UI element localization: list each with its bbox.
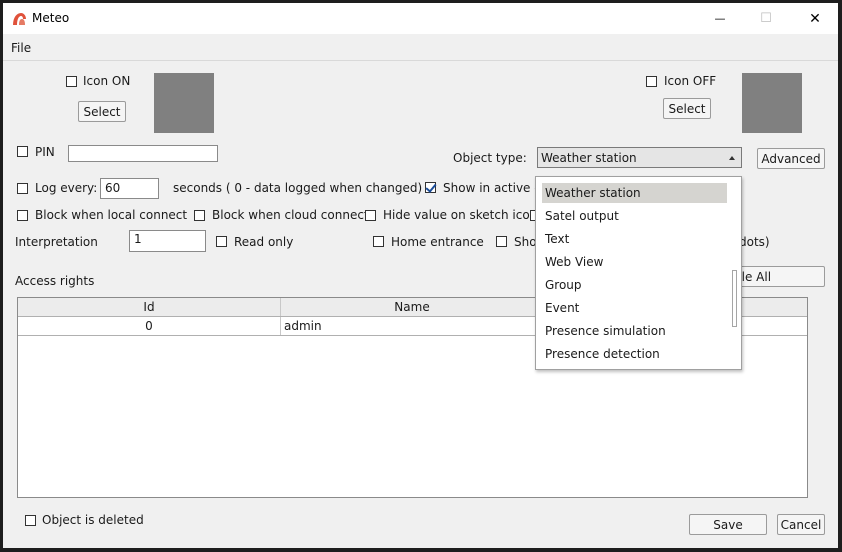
block-local-checkbox[interactable] [17, 210, 28, 221]
log-interval-input[interactable]: 60 [100, 178, 159, 199]
read-only-label: Read only [234, 235, 294, 249]
column-header-id[interactable]: Id [18, 298, 281, 316]
deleted-checkbox[interactable] [25, 515, 36, 526]
toggle-all-button[interactable]: gle All [733, 266, 825, 287]
dropdown-item-event[interactable]: Event [542, 298, 727, 318]
icon-off-label: Icon OFF [664, 74, 717, 88]
log-label: Log every: [35, 181, 98, 195]
cell-id: 0 [18, 317, 281, 335]
minimize-icon: — [714, 12, 726, 25]
app-logo-icon [13, 13, 26, 25]
show-active-label: Show in active d [443, 181, 542, 195]
dropdown-item-text[interactable]: Text [542, 229, 727, 249]
save-button[interactable]: Save [689, 514, 767, 535]
window-title: Meteo [32, 11, 70, 25]
show-active-checkbox[interactable] [425, 182, 436, 193]
block-cloud-label: Block when cloud connect [212, 208, 369, 222]
object-type-label: Object type: [453, 151, 527, 165]
icon-off-checkbox[interactable] [646, 76, 657, 87]
menu-bar: File [3, 34, 838, 61]
show-option-label: Sho [514, 235, 537, 249]
hide-value-label: Hide value on sketch icon [383, 208, 538, 222]
dots-label: dots) [739, 235, 770, 249]
dropdown-item-presence-simulation[interactable]: Presence simulation [542, 321, 727, 341]
dropdown-item-web-view[interactable]: Web View [542, 252, 727, 272]
interpretation-label: Interpretation [15, 235, 98, 249]
menu-file[interactable]: File [11, 41, 31, 55]
cell-name: admin [281, 317, 544, 335]
pin-checkbox[interactable] [17, 146, 28, 157]
dropdown-scrollbar-thumb[interactable] [732, 270, 737, 327]
block-local-label: Block when local connect [35, 208, 188, 222]
interpretation-input[interactable]: 1 [129, 230, 206, 252]
log-checkbox[interactable] [17, 183, 28, 194]
dropdown-arrow-icon [729, 156, 735, 160]
pin-label: PIN [35, 145, 55, 159]
dropdown-item-presence-detection[interactable]: Presence detection [542, 344, 727, 364]
block-cloud-checkbox[interactable] [194, 210, 205, 221]
dropdown-item-satel-output[interactable]: Satel output [542, 206, 727, 226]
object-type-value: Weather station [541, 151, 637, 165]
column-header-name[interactable]: Name [281, 298, 544, 316]
read-only-checkbox[interactable] [216, 236, 227, 247]
access-rights-label: Access rights [15, 274, 95, 288]
icon-on-checkbox[interactable] [66, 76, 77, 87]
icon-on-select-button[interactable]: Select [78, 101, 126, 122]
advanced-button[interactable]: Advanced [757, 148, 825, 169]
object-type-select[interactable]: Weather station [537, 147, 742, 168]
home-entrance-checkbox[interactable] [373, 236, 384, 247]
home-entrance-label: Home entrance [391, 235, 484, 249]
title-bar: Meteo — ☐ ✕ [3, 3, 838, 34]
meteo-window: Meteo — ☐ ✕ File Icon ON Select Icon OFF… [3, 3, 838, 548]
hide-value-checkbox[interactable] [365, 210, 376, 221]
maximize-button[interactable]: ☐ [743, 3, 789, 34]
minimize-button[interactable]: — [697, 3, 743, 34]
close-icon: ✕ [809, 10, 821, 27]
pin-input[interactable] [68, 145, 218, 162]
icon-off-preview [742, 73, 802, 133]
show-option-checkbox[interactable] [496, 236, 507, 247]
cancel-button[interactable]: Cancel [777, 514, 825, 535]
object-type-dropdown-list: Weather station Satel output Text Web Vi… [535, 176, 742, 370]
log-suffix: seconds ( 0 - data logged when changed) [173, 181, 423, 195]
deleted-label: Object is deleted [42, 513, 144, 527]
maximize-icon: ☐ [760, 11, 772, 26]
close-button[interactable]: ✕ [792, 3, 838, 34]
icon-on-preview [154, 73, 214, 133]
icon-off-select-button[interactable]: Select [663, 98, 711, 119]
dropdown-item-weather-station[interactable]: Weather station [542, 183, 727, 203]
icon-on-label: Icon ON [83, 74, 131, 88]
dropdown-item-group[interactable]: Group [542, 275, 727, 295]
